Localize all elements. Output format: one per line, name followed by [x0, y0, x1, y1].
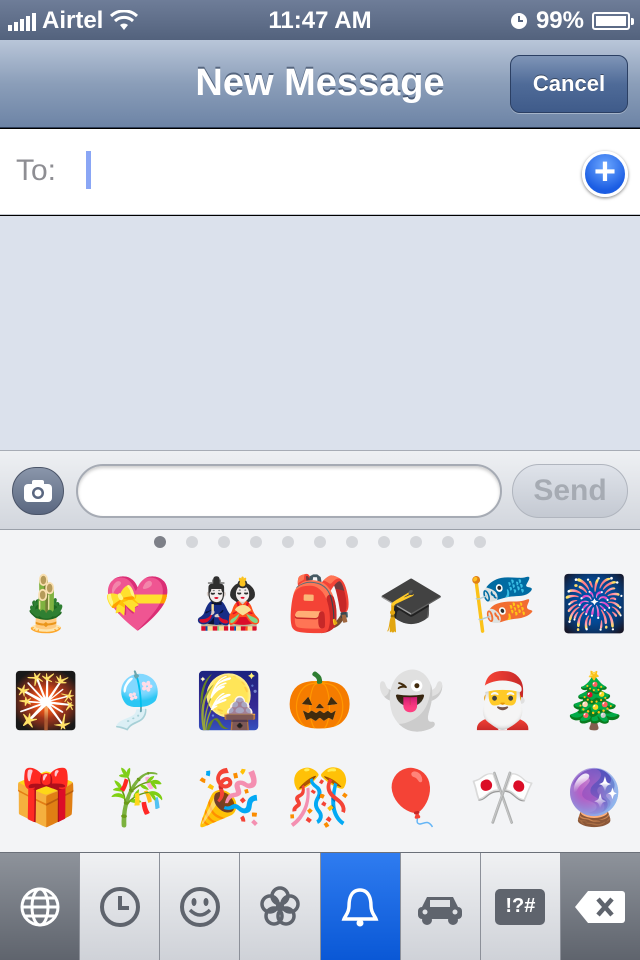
message-thread-area: [0, 216, 640, 450]
page-dot[interactable]: [378, 536, 390, 548]
emoji-key[interactable]: 🎐: [91, 653, 182, 750]
emoji-key[interactable]: 🎁: [0, 749, 91, 846]
emoji-key[interactable]: 🎏: [457, 556, 548, 653]
symbols-category-key[interactable]: !?#: [480, 853, 561, 960]
text-cursor: [86, 151, 91, 189]
emoji-key[interactable]: 🎋: [91, 749, 182, 846]
compose-bar: Send: [0, 450, 640, 530]
emoji-key[interactable]: 💝: [91, 556, 182, 653]
emoji-key[interactable]: 🎃: [274, 653, 365, 750]
globe-icon: [20, 887, 60, 926]
recent-category-key[interactable]: [80, 853, 161, 960]
nature-category-key[interactable]: [240, 853, 321, 960]
smiley-icon: [179, 886, 220, 927]
battery-group: 99%: [510, 7, 634, 35]
places-category-key[interactable]: [400, 853, 481, 960]
emoji-key[interactable]: 🎈: [366, 749, 457, 846]
cancel-button[interactable]: Cancel: [510, 55, 628, 113]
emoji-key[interactable]: 🎄: [549, 653, 640, 750]
status-bar: Airtel 11:47 AM 99%: [0, 0, 640, 40]
car-icon: [418, 896, 463, 925]
battery-fill: [596, 16, 626, 26]
page-dot[interactable]: [154, 536, 166, 548]
emoji-key[interactable]: 🎉: [183, 749, 274, 846]
emoji-key[interactable]: 🎊: [274, 749, 365, 846]
emoji-keyboard: 🎍 💝 🎎 🎒 🎓 🎏 🎆 🎇 🎐 🎑 🎃 👻 🎅 🎄 🎁 🎋 🎉 🎊 🎈 🎌 …: [0, 530, 640, 852]
page-dot[interactable]: [474, 536, 486, 548]
send-button[interactable]: Send: [512, 464, 628, 518]
battery-percent: 99%: [535, 7, 584, 34]
page-dot[interactable]: [250, 536, 262, 548]
page-dot[interactable]: [442, 536, 454, 548]
symbols-icon: !?#: [495, 888, 546, 925]
recipient-label: To:: [16, 154, 57, 187]
emoji-key[interactable]: 🎓: [366, 556, 457, 653]
alarm-clock-icon: [510, 13, 527, 29]
page-dot[interactable]: [314, 536, 326, 548]
camera-icon: [24, 480, 52, 502]
flower-icon: [260, 885, 300, 926]
emoji-key[interactable]: 🎌: [457, 749, 548, 846]
page-indicator[interactable]: [0, 536, 640, 548]
bell-icon: [341, 887, 379, 926]
delete-key[interactable]: [560, 853, 640, 960]
people-category-key[interactable]: [160, 853, 241, 960]
emoji-key[interactable]: 🎇: [0, 653, 91, 750]
globe-key[interactable]: [0, 853, 81, 960]
page-dot[interactable]: [410, 536, 422, 548]
page-dot[interactable]: [346, 536, 358, 548]
battery-icon: [592, 12, 634, 30]
navigation-bar: New Message Cancel: [0, 40, 640, 128]
emoji-key[interactable]: 🎆: [549, 556, 640, 653]
emoji-key[interactable]: 🔮: [549, 749, 640, 846]
emoji-key[interactable]: 🎑: [183, 653, 274, 750]
delete-icon: [575, 890, 626, 923]
message-input[interactable]: [76, 464, 502, 518]
emoji-key[interactable]: 🎒: [274, 556, 365, 653]
recent-clock-icon: [99, 886, 140, 927]
emoji-key[interactable]: 👻: [366, 653, 457, 750]
emoji-key[interactable]: 🎍: [0, 556, 91, 653]
emoji-category-bar: !?#: [0, 852, 640, 960]
emoji-key[interactable]: 🎎: [183, 556, 274, 653]
camera-button[interactable]: [12, 467, 64, 515]
recipient-field[interactable]: To: +: [0, 129, 640, 215]
emoji-grid: 🎍 💝 🎎 🎒 🎓 🎏 🎆 🎇 🎐 🎑 🎃 👻 🎅 🎄 🎁 🎋 🎉 🎊 🎈 🎌 …: [0, 556, 640, 846]
objects-category-key[interactable]: [320, 853, 401, 960]
emoji-key[interactable]: 🎅: [457, 653, 548, 750]
page-dot[interactable]: [186, 536, 198, 548]
page-dot[interactable]: [282, 536, 294, 548]
page-dot[interactable]: [218, 536, 230, 548]
add-contact-button[interactable]: +: [582, 151, 628, 197]
